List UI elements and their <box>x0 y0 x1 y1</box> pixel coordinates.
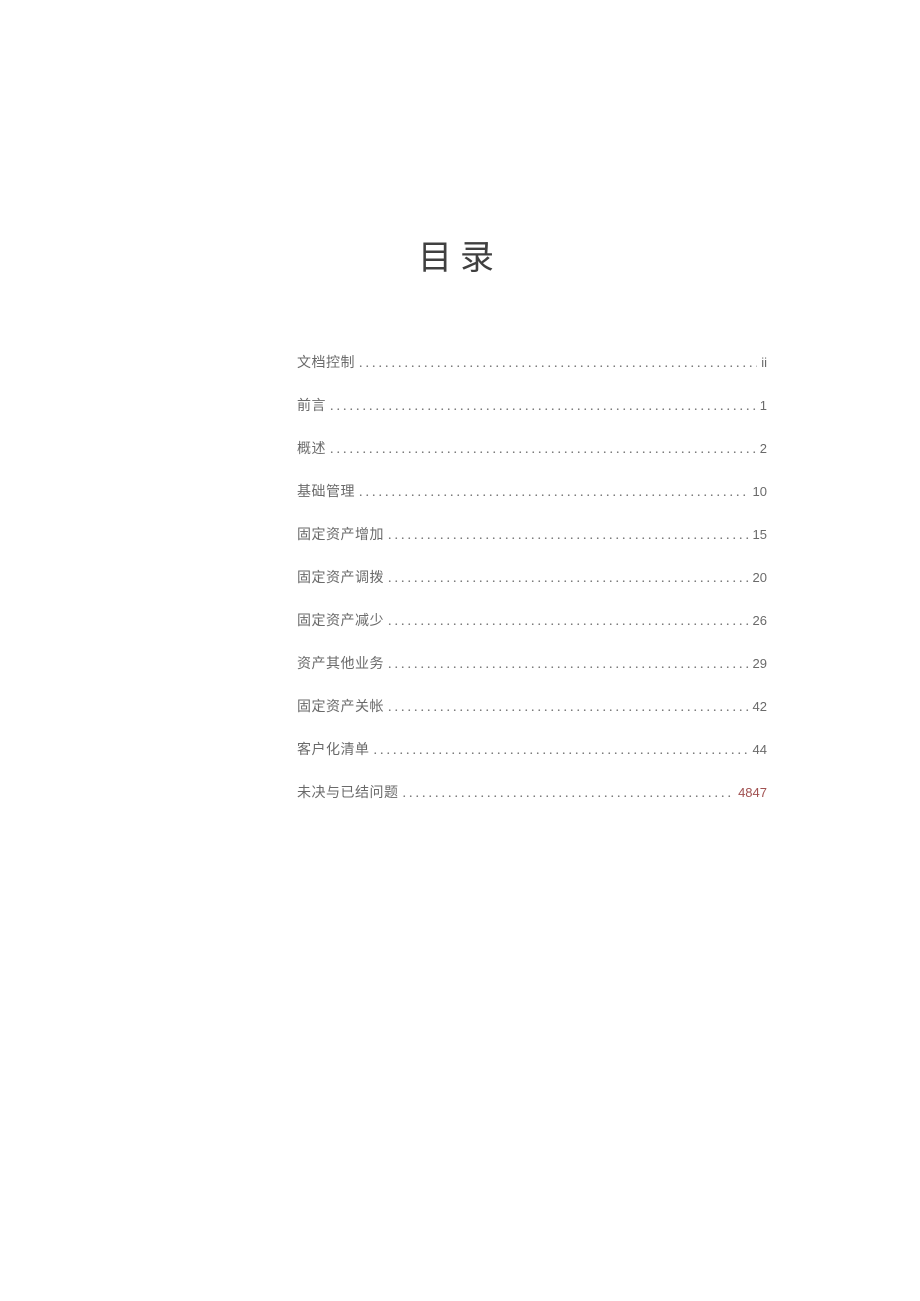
document-page: 目录 文档控制 ii 前言 1 概述 2 基础管理 10 固定资产增加 15 <box>0 0 920 1301</box>
toc-entry: 固定资产调拨 20 <box>297 571 767 586</box>
toc-entry-label: 固定资产减少 <box>297 615 384 629</box>
toc-entry-page: 1 <box>760 399 767 412</box>
toc-leader-dots <box>330 400 756 414</box>
toc-entry: 基础管理 10 <box>297 485 767 500</box>
toc-entry: 文档控制 ii <box>297 356 767 371</box>
toc-leader-dots <box>359 357 757 371</box>
toc-entry-page: 26 <box>753 614 767 627</box>
toc-entry-page: 44 <box>753 743 767 756</box>
toc-leader-dots <box>388 658 749 672</box>
toc-entry-page: 10 <box>753 485 767 498</box>
toc-entry-label: 基础管理 <box>297 486 355 500</box>
toc-entry-page: 15 <box>753 528 767 541</box>
toc-entry-page: 20 <box>753 571 767 584</box>
table-of-contents: 文档控制 ii 前言 1 概述 2 基础管理 10 固定资产增加 15 固定资产… <box>297 356 767 829</box>
toc-entry: 未决与已结问题 4847 <box>297 786 767 801</box>
toc-leader-dots <box>388 572 749 586</box>
toc-entry-label: 前言 <box>297 400 326 414</box>
toc-entry: 固定资产减少 26 <box>297 614 767 629</box>
toc-entry-label: 固定资产增加 <box>297 529 384 543</box>
toc-leader-dots <box>388 529 749 543</box>
toc-leader-dots <box>388 615 749 629</box>
toc-leader-dots <box>388 701 749 715</box>
toc-entry-label: 文档控制 <box>297 357 355 371</box>
toc-entry-label: 概述 <box>297 443 326 457</box>
toc-entry: 客户化清单 44 <box>297 743 767 758</box>
toc-entry: 概述 2 <box>297 442 767 457</box>
toc-title: 目录 <box>0 230 920 279</box>
toc-entry: 固定资产关帐 42 <box>297 700 767 715</box>
toc-entry-page: 29 <box>753 657 767 670</box>
toc-leader-dots <box>359 486 749 500</box>
toc-entry: 固定资产增加 15 <box>297 528 767 543</box>
toc-entry-label: 未决与已结问题 <box>297 787 399 801</box>
toc-leader-dots <box>403 787 735 801</box>
toc-entry-label: 固定资产调拨 <box>297 572 384 586</box>
toc-entry-label: 客户化清单 <box>297 744 370 758</box>
toc-entry-label: 固定资产关帐 <box>297 701 384 715</box>
toc-leader-dots <box>374 744 749 758</box>
toc-entry-page: 4847 <box>738 786 767 799</box>
toc-entry-page: 42 <box>753 700 767 713</box>
toc-entry: 资产其他业务 29 <box>297 657 767 672</box>
toc-entry-page: ii <box>761 356 767 369</box>
toc-entry: 前言 1 <box>297 399 767 414</box>
toc-entry-page: 2 <box>760 442 767 455</box>
toc-leader-dots <box>330 443 756 457</box>
toc-entry-label: 资产其他业务 <box>297 658 384 672</box>
